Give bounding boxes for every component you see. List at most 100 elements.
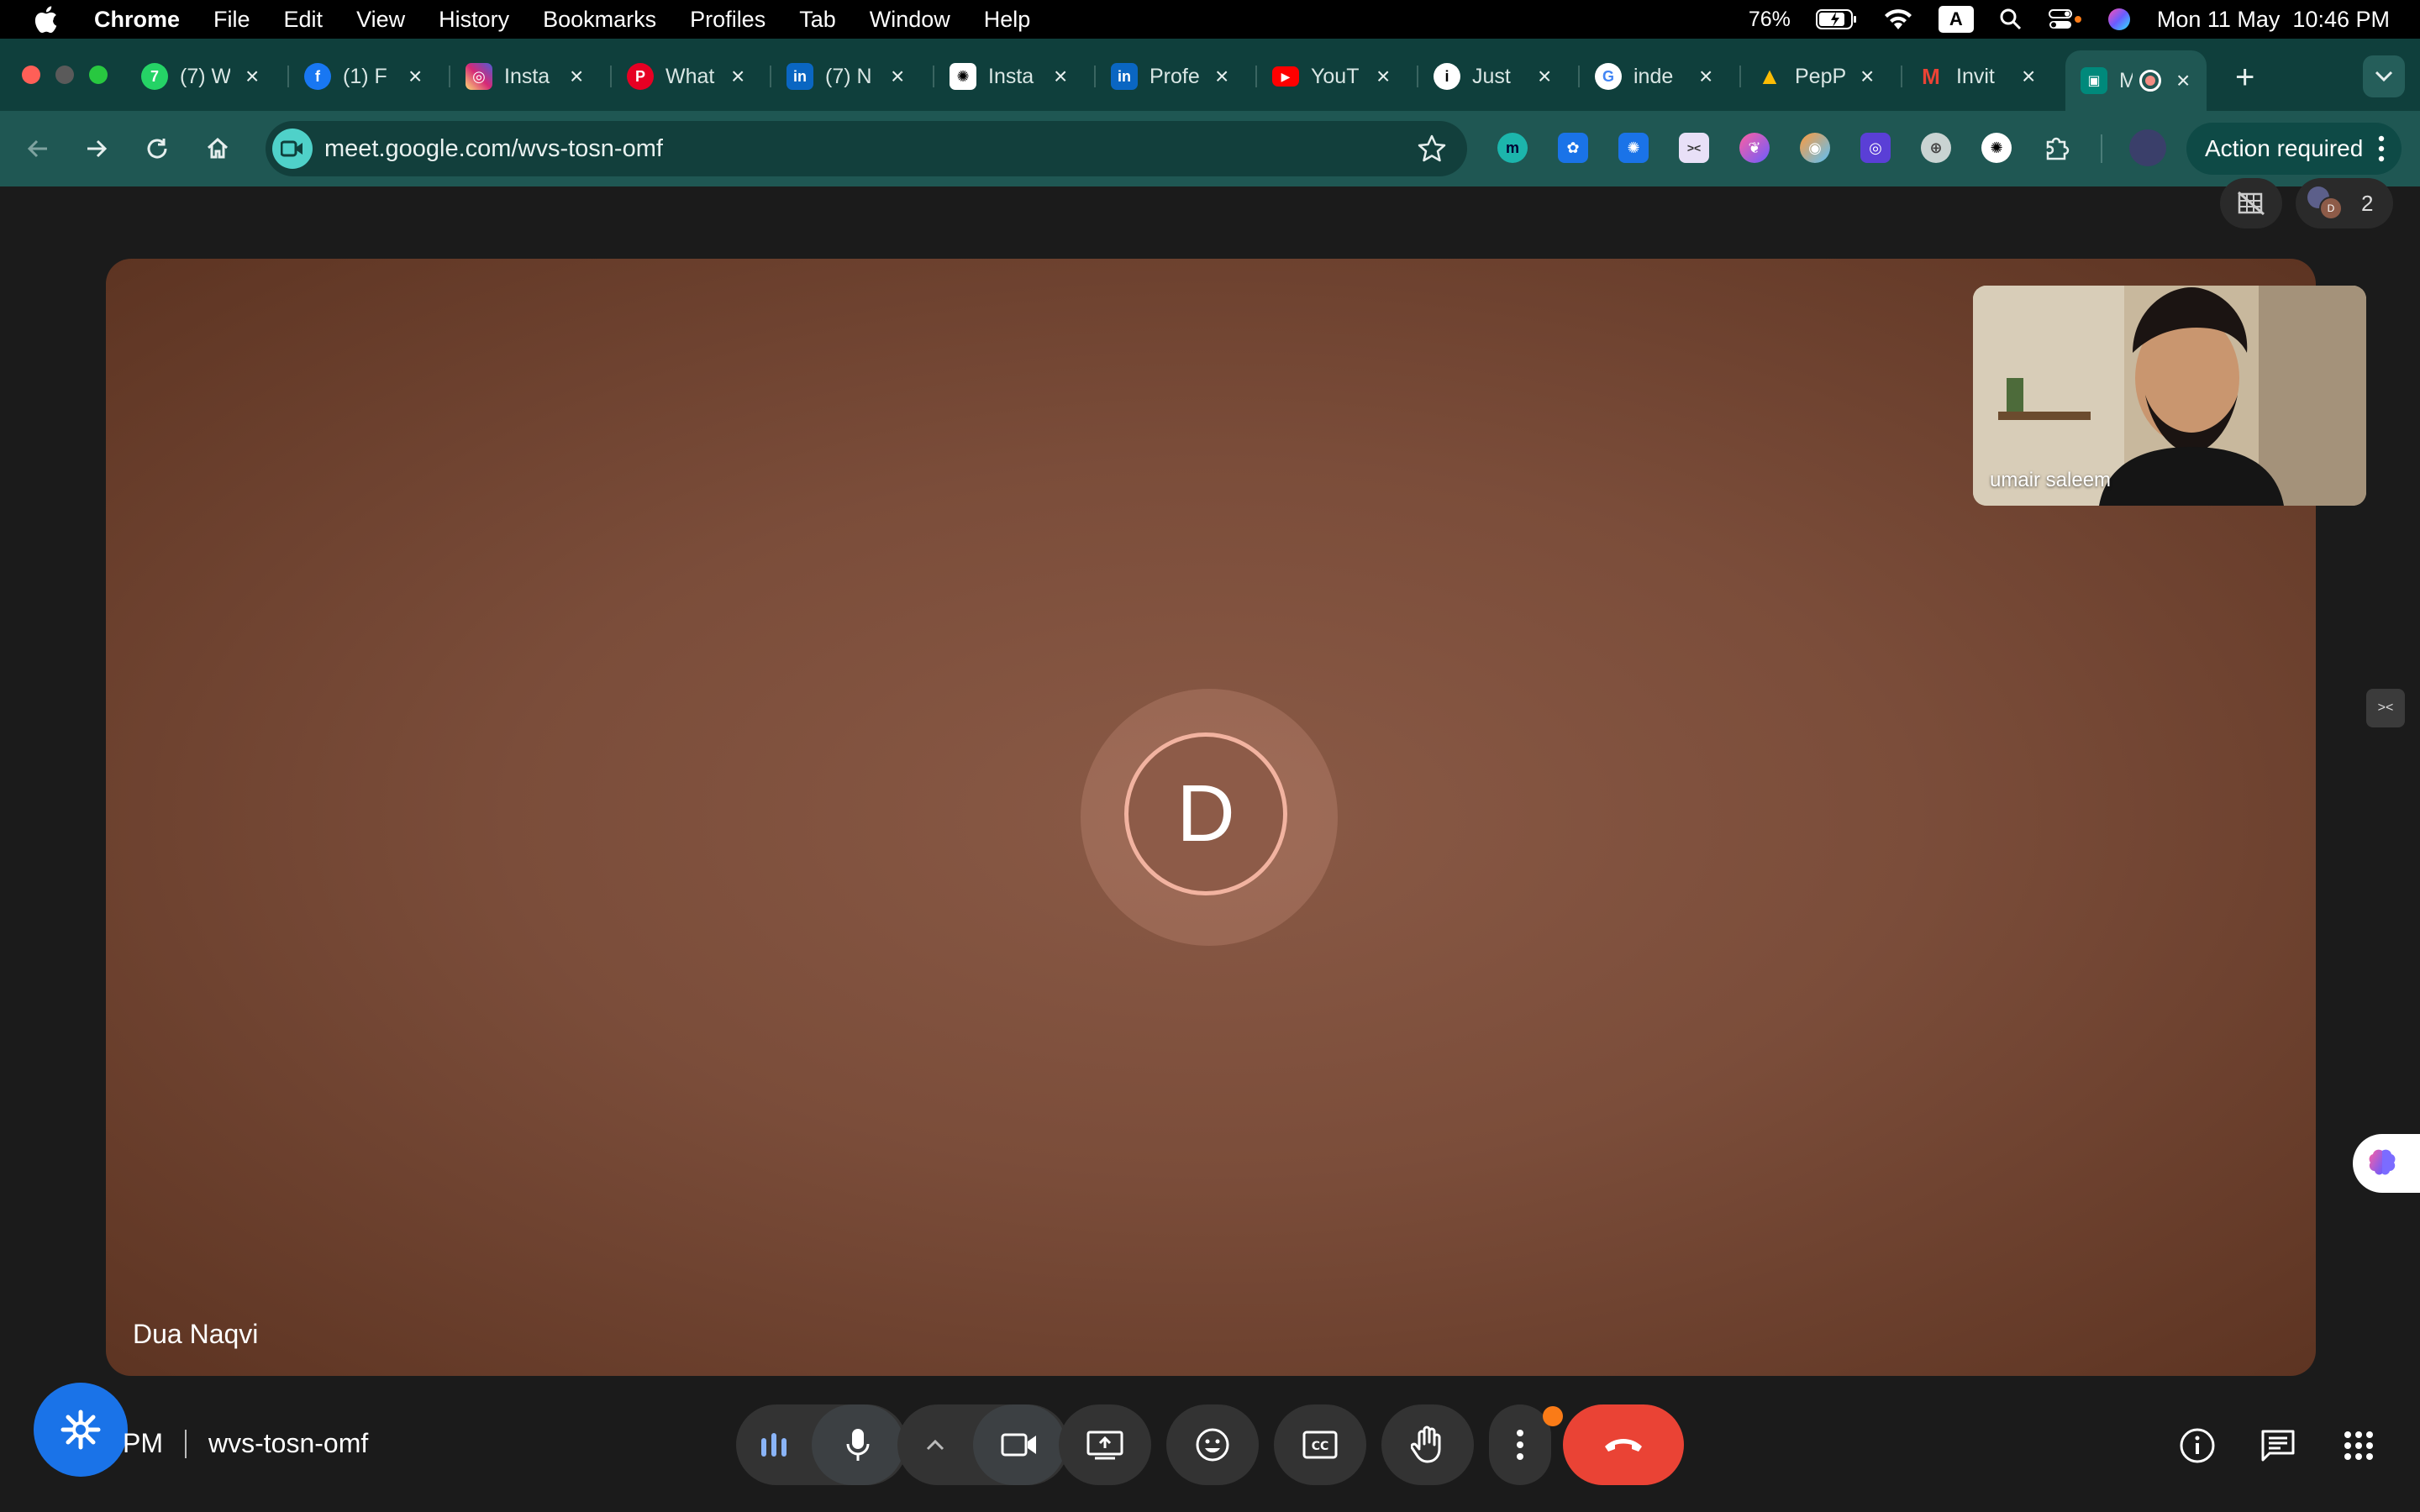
tab-instagram[interactable]: ◎ Insta × [466, 50, 583, 102]
control-center-icon[interactable] [2048, 8, 2081, 31]
info-icon [2180, 1428, 2215, 1463]
extension-paw-icon[interactable]: ✿ [1558, 133, 1588, 163]
input-source-icon[interactable]: A [1938, 6, 1974, 33]
tab-pinterest[interactable]: P What × [627, 50, 744, 102]
extension-openai-icon[interactable]: ✺ [1981, 133, 2012, 163]
menu-history[interactable]: History [439, 7, 509, 33]
close-tab-icon[interactable]: × [1215, 63, 1228, 90]
reload-button[interactable] [138, 129, 176, 168]
profile-avatar[interactable] [2129, 129, 2166, 166]
captions-button[interactable]: CC [1274, 1404, 1366, 1485]
apple-icon[interactable] [29, 3, 62, 36]
close-tab-icon[interactable]: × [245, 63, 259, 90]
close-tab-icon[interactable]: × [1376, 63, 1390, 90]
whatsapp-icon: 7 [141, 63, 168, 90]
gemini-extension-fab[interactable] [34, 1383, 128, 1477]
tab-google-drive[interactable]: ▲ PepP × [1756, 50, 1874, 102]
action-required-button[interactable]: Action required [2186, 123, 2402, 175]
video-options-chevron[interactable] [897, 1438, 973, 1452]
self-name-label: umair saleem [1990, 469, 2112, 491]
close-tab-icon[interactable]: × [570, 63, 583, 90]
home-button[interactable] [198, 129, 237, 168]
minimize-window-button[interactable] [55, 66, 74, 84]
menu-edit[interactable]: Edit [284, 7, 324, 33]
address-bar[interactable]: meet.google.com/wvs-tosn-omf [266, 121, 1467, 176]
extension-brain-icon[interactable]: ❦ [1739, 133, 1770, 163]
close-tab-icon[interactable]: × [2176, 67, 2190, 94]
tab-linkedin-profile[interactable]: in Profe × [1111, 50, 1228, 102]
audio-level-icon[interactable] [736, 1431, 812, 1458]
tab-whatsapp[interactable]: 7 (7) W × [141, 50, 259, 102]
menu-bookmarks[interactable]: Bookmarks [543, 7, 656, 33]
tab-title: Just [1472, 64, 1511, 88]
close-tab-icon[interactable]: × [1538, 63, 1551, 90]
extension-globe-icon[interactable]: ⊕ [1921, 133, 1951, 163]
layout-toggle-button[interactable] [2220, 178, 2282, 228]
fullscreen-window-button[interactable] [89, 66, 108, 84]
close-tab-icon[interactable]: × [2022, 63, 2035, 90]
more-options-button[interactable] [1489, 1404, 1551, 1485]
menu-tab[interactable]: Tab [799, 7, 836, 33]
menu-view[interactable]: View [356, 7, 405, 33]
menu-file[interactable]: File [213, 7, 250, 33]
tab-linkedin[interactable]: in (7) N × [786, 50, 904, 102]
menu-profiles[interactable]: Profiles [690, 7, 765, 33]
back-button[interactable] [18, 129, 57, 168]
clock-datetime[interactable]: Mon 11 May 10:46 PM [2157, 7, 2390, 33]
extensions-puzzle-icon[interactable] [2042, 133, 2072, 163]
tab-chatgpt[interactable]: ✺ Insta × [950, 50, 1067, 102]
extension-swirl-icon[interactable]: ◉ [1800, 133, 1830, 163]
extension-side-tab[interactable]: >< [2366, 689, 2405, 727]
tab-gmail[interactable]: M Invit × [1918, 50, 2035, 102]
tab-facebook[interactable]: f (1) F × [304, 50, 422, 102]
new-tab-button[interactable]: + [2235, 59, 2254, 97]
close-tab-icon[interactable]: × [408, 63, 422, 90]
camera-button[interactable] [973, 1404, 1065, 1485]
extension-m-icon[interactable]: m [1497, 133, 1528, 163]
camera-icon [1001, 1433, 1036, 1457]
tab-separator [1578, 66, 1580, 87]
extension-circle-icon[interactable]: ◎ [1860, 133, 1891, 163]
facebook-icon: f [304, 63, 331, 90]
site-info-icon[interactable] [272, 129, 313, 169]
close-tab-icon[interactable]: × [1860, 63, 1874, 90]
extension-face-icon[interactable]: >< [1679, 133, 1709, 163]
bookmark-star-icon[interactable] [1417, 134, 1447, 168]
menu-help[interactable]: Help [984, 7, 1031, 33]
present-screen-button[interactable] [1059, 1404, 1151, 1485]
reactions-button[interactable] [1166, 1404, 1259, 1485]
siri-icon[interactable] [2107, 7, 2132, 32]
tab-search-button[interactable] [2363, 55, 2405, 97]
activities-button[interactable] [2338, 1425, 2380, 1467]
spotlight-search-icon[interactable] [1999, 8, 2023, 31]
info-icon: i [1434, 63, 1460, 90]
chat-button[interactable] [2257, 1425, 2299, 1467]
extension-gear-icon[interactable]: ✺ [1618, 133, 1649, 163]
tab-google-meet-active[interactable]: ▣ M × [2065, 50, 2207, 111]
menu-window[interactable]: Window [870, 7, 950, 33]
wifi-icon[interactable] [1883, 8, 1913, 31]
tab-google-search[interactable]: G inde × [1595, 50, 1712, 102]
self-view-tile[interactable]: umair saleem [1973, 286, 2366, 506]
close-tab-icon[interactable]: × [1054, 63, 1067, 90]
tab-title: What [666, 64, 715, 88]
close-tab-icon[interactable]: × [1699, 63, 1712, 90]
leave-call-button[interactable] [1563, 1404, 1684, 1485]
menu-app-chrome[interactable]: Chrome [94, 7, 180, 33]
close-tab-icon[interactable]: × [891, 63, 904, 90]
close-window-button[interactable] [22, 66, 40, 84]
tab-youtube[interactable]: ▶ YouT × [1272, 50, 1390, 102]
meeting-details-button[interactable] [2176, 1425, 2218, 1467]
close-tab-icon[interactable]: × [731, 63, 744, 90]
forward-button[interactable] [77, 129, 116, 168]
tab-title: (1) F [343, 64, 387, 88]
brain-extension-button[interactable] [2353, 1134, 2420, 1193]
microphone-button[interactable] [812, 1404, 904, 1485]
battery-icon[interactable] [1815, 8, 1858, 30]
participants-button[interactable]: D 2 [2296, 178, 2393, 228]
kebab-menu-icon[interactable] [2378, 134, 2385, 169]
raise-hand-button[interactable] [1381, 1404, 1474, 1485]
tab-just[interactable]: i Just × [1434, 50, 1551, 102]
reload-icon [147, 139, 167, 159]
url-text[interactable]: meet.google.com/wvs-tosn-omf [324, 135, 663, 163]
